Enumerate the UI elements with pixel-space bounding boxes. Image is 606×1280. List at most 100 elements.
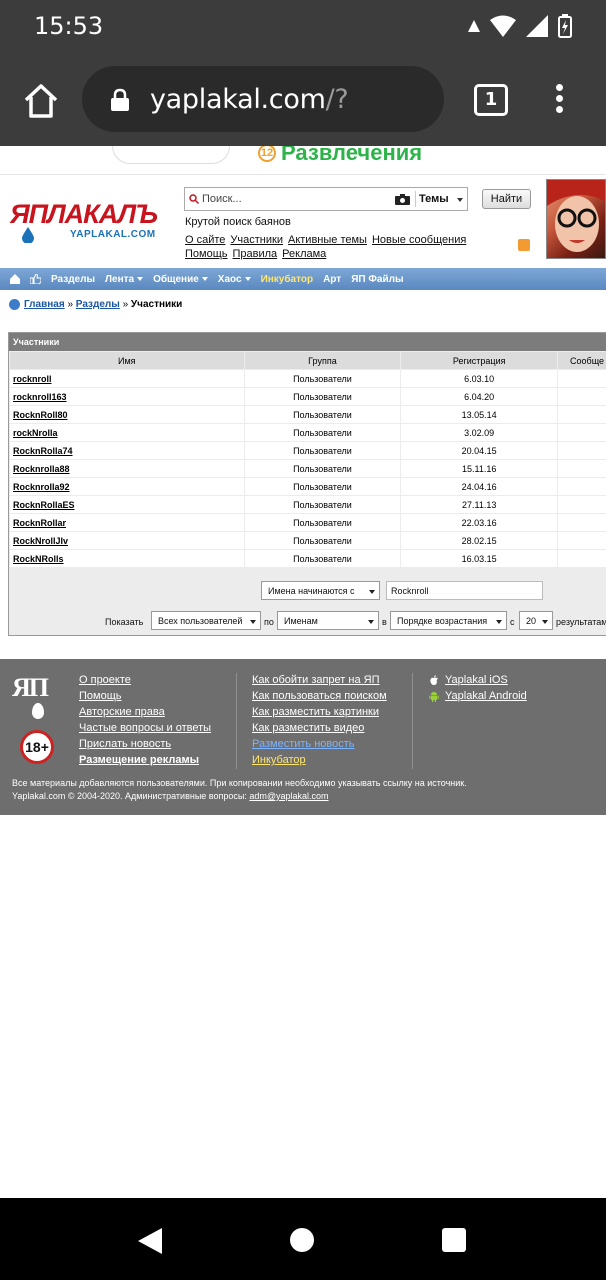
home-icon[interactable] bbox=[22, 82, 60, 120]
site-header: ЯПЛАКАЛЪ YAPLAKAL.COM Поиск... Темы Найт… bbox=[0, 174, 606, 266]
nav-art[interactable]: Арт bbox=[323, 274, 341, 285]
nav-files[interactable]: ЯП Файлы bbox=[351, 274, 403, 285]
by-label: по bbox=[264, 617, 274, 627]
nav-chat[interactable]: Общение bbox=[153, 274, 208, 285]
member-name-link[interactable]: RocknRoll80 bbox=[10, 406, 244, 423]
header-link-help[interactable]: Помощь bbox=[185, 248, 228, 260]
footer-link-post-news[interactable]: Разместить новость bbox=[252, 736, 387, 752]
search-divider bbox=[415, 191, 416, 207]
back-icon[interactable] bbox=[138, 1228, 162, 1254]
member-name-link[interactable]: RocknRolla74 bbox=[10, 442, 244, 459]
logo-text: ЯПЛАКАЛЪ bbox=[10, 199, 158, 229]
browser-menu-icon[interactable] bbox=[552, 84, 566, 118]
footer-link-images[interactable]: Как разместить картинки bbox=[252, 704, 387, 720]
footer-col-howto: Как обойти запрет на ЯП Как пользоваться… bbox=[252, 672, 387, 768]
search-scope-select[interactable]: Темы bbox=[419, 193, 449, 205]
count-select-value: 20 bbox=[526, 616, 537, 626]
breadcrumb-home[interactable]: Главная bbox=[24, 299, 65, 310]
name-query-input[interactable]: Rocknroll bbox=[386, 581, 543, 600]
name-mode-value: Имена начинаются с bbox=[268, 586, 355, 596]
home-nav-icon[interactable] bbox=[10, 274, 20, 284]
breadcrumb-current: Участники bbox=[130, 299, 183, 310]
footer-link-video[interactable]: Как разместить видео bbox=[252, 720, 387, 736]
member-registration: 22.03.16 bbox=[401, 514, 558, 531]
home-circle-icon[interactable] bbox=[290, 1228, 314, 1252]
col-name[interactable]: Имя bbox=[10, 352, 244, 369]
footer-link-bypass[interactable]: Как обойти запрет на ЯП bbox=[252, 672, 387, 688]
footer-link-android[interactable]: Yaplakal Android bbox=[429, 688, 527, 704]
rss-icon[interactable] bbox=[518, 239, 530, 251]
footer-logo[interactable]: ЯП bbox=[12, 673, 49, 703]
recents-icon[interactable] bbox=[442, 1228, 466, 1252]
nav-incubator[interactable]: Инкубатор bbox=[261, 274, 314, 285]
member-registration: 6.04.20 bbox=[401, 388, 558, 405]
nav-feed[interactable]: Лента bbox=[105, 274, 144, 285]
admin-email-link[interactable]: adm@yaplakal.com bbox=[249, 791, 328, 801]
member-name-link[interactable]: RocknRollar bbox=[10, 514, 244, 531]
search-input[interactable]: Поиск... Темы bbox=[184, 187, 468, 211]
camera-icon[interactable] bbox=[395, 194, 410, 205]
breadcrumb-sections[interactable]: Разделы bbox=[76, 299, 120, 310]
member-registration: 28.02.15 bbox=[401, 532, 558, 549]
footer-link-send-news[interactable]: Прислать новость bbox=[79, 736, 211, 752]
member-registration: 27.11.13 bbox=[401, 496, 558, 513]
sort-by-select[interactable]: Именам bbox=[277, 611, 379, 630]
footer-link-advertising[interactable]: Размещение рекламы bbox=[79, 752, 211, 768]
header-link-members[interactable]: Участники bbox=[230, 234, 283, 246]
col-group[interactable]: Группа bbox=[244, 352, 401, 369]
apple-icon bbox=[430, 674, 438, 685]
member-registration: 15.11.16 bbox=[401, 460, 558, 477]
chevron-down-icon bbox=[250, 620, 256, 624]
footer-link-about[interactable]: О проекте bbox=[79, 672, 211, 688]
promo-banner[interactable]: 12 Развлечения bbox=[0, 146, 606, 168]
footer-drop-icon bbox=[32, 703, 44, 719]
member-posts: 1 bbox=[558, 370, 606, 387]
member-name-link[interactable]: Rocknrolla92 bbox=[10, 478, 244, 495]
footer-link-help[interactable]: Помощь bbox=[79, 688, 211, 704]
member-name-link[interactable]: RockNRolls bbox=[10, 550, 244, 567]
site-logo[interactable]: ЯПЛАКАЛЪ YAPLAKAL.COM bbox=[8, 199, 168, 259]
nav-sections[interactable]: Разделы bbox=[51, 274, 95, 285]
table-row: RocknRolla74Пользователи20.04.152 bbox=[10, 442, 606, 459]
member-name-link[interactable]: rockNrolla bbox=[10, 424, 244, 441]
member-name-link[interactable]: rocknroll bbox=[10, 370, 244, 387]
footer-link-search-help[interactable]: Как пользоваться поиском bbox=[252, 688, 387, 704]
header-link-rules[interactable]: Правила bbox=[233, 248, 278, 260]
member-name-link[interactable]: rocknroll163 bbox=[10, 388, 244, 405]
with-label: с bbox=[510, 617, 515, 627]
table-row: RocknRollarПользователи22.03.160 bbox=[10, 514, 606, 531]
name-mode-select[interactable]: Имена начинаются с bbox=[261, 581, 380, 600]
header-link-active[interactable]: Активные темы bbox=[288, 234, 367, 246]
age-rating-badge: 18+ bbox=[20, 730, 54, 764]
footer-link-incubator[interactable]: Инкубатор bbox=[252, 752, 387, 768]
col-posts[interactable]: Сообще bbox=[558, 352, 606, 369]
show-select[interactable]: Всех пользователей bbox=[151, 611, 261, 630]
footer-col-info: О проекте Помощь Авторские права Частые … bbox=[79, 672, 211, 768]
search-button[interactable]: Найти bbox=[482, 189, 531, 209]
sort-by-value: Именам bbox=[284, 616, 318, 626]
nav-chaos[interactable]: Хаос bbox=[218, 274, 251, 285]
count-select[interactable]: 20 bbox=[519, 611, 553, 630]
footer-link-faq[interactable]: Частые вопросы и ответы bbox=[79, 720, 211, 736]
footer-admin-text: Yaplakal.com © 2004-2020. Административн… bbox=[12, 791, 247, 801]
name-filter-row: Имена начинаются с Rocknroll bbox=[9, 577, 606, 605]
member-name-link[interactable]: RockNrollJIv bbox=[10, 532, 244, 549]
order-select[interactable]: Порядке возрастания bbox=[390, 611, 507, 630]
user-avatar[interactable] bbox=[546, 179, 606, 259]
footer-link-ios[interactable]: Yaplakal iOS bbox=[429, 672, 527, 688]
col-registration[interactable]: Регистрация bbox=[401, 352, 558, 369]
header-link-new[interactable]: Новые сообщения bbox=[372, 234, 466, 246]
tab-switcher-button[interactable]: 1 bbox=[474, 84, 508, 116]
member-name-link[interactable]: RocknRollaES bbox=[10, 496, 244, 513]
breadcrumb-icon bbox=[9, 299, 20, 310]
header-link-ads[interactable]: Реклама bbox=[282, 248, 326, 260]
address-bar[interactable]: yaplakal.com/? bbox=[82, 66, 444, 132]
member-name-link[interactable]: Rocknrolla88 bbox=[10, 460, 244, 477]
header-link-about[interactable]: О сайте bbox=[185, 234, 225, 246]
android-label: Yaplakal Android bbox=[445, 690, 527, 702]
table-header-row: Имя Группа Регистрация Сообще bbox=[10, 352, 606, 369]
url-domain: yaplakal.com bbox=[150, 84, 326, 115]
footer-link-copyright[interactable]: Авторские права bbox=[79, 704, 211, 720]
banner-number: 12 bbox=[258, 146, 276, 162]
like-icon[interactable] bbox=[30, 274, 41, 284]
